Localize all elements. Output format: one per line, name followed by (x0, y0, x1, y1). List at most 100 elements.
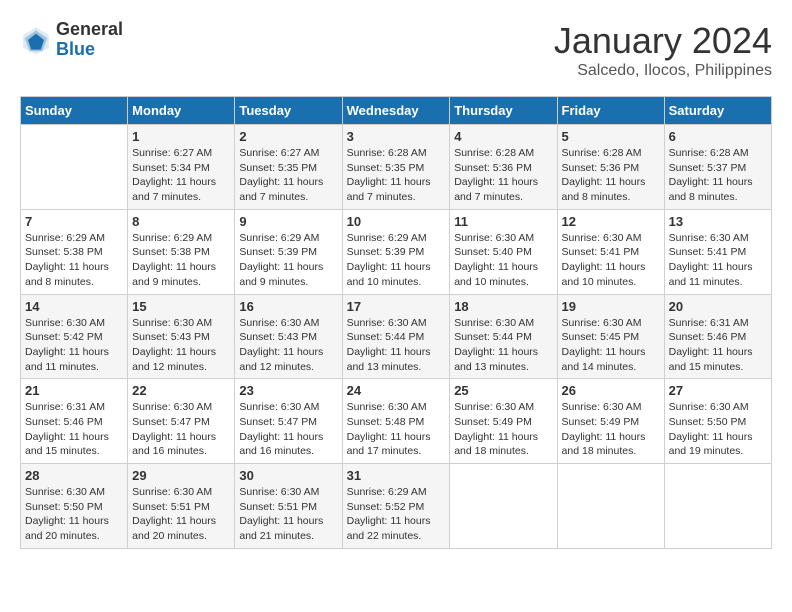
calendar-day-cell: 17 Sunrise: 6:30 AM Sunset: 5:44 PM Dayli… (342, 294, 450, 379)
day-info: Sunrise: 6:30 AM Sunset: 5:42 PM Dayligh… (25, 316, 123, 375)
day-number: 6 (669, 129, 767, 144)
day-info: Sunrise: 6:30 AM Sunset: 5:45 PM Dayligh… (562, 316, 660, 375)
calendar-day-cell: 4 Sunrise: 6:28 AM Sunset: 5:36 PM Daylig… (450, 125, 557, 210)
day-number: 25 (454, 383, 552, 398)
calendar-week-4: 21 Sunrise: 6:31 AM Sunset: 5:46 PM Dayli… (21, 379, 772, 464)
calendar-week-2: 7 Sunrise: 6:29 AM Sunset: 5:38 PM Daylig… (21, 209, 772, 294)
day-number: 24 (347, 383, 446, 398)
calendar-week-3: 14Sunrise: 6:30 AM Sunset: 5:42 PM Dayli… (21, 294, 772, 379)
weekday-header-monday: Monday (128, 97, 235, 125)
day-info: Sunrise: 6:27 AM Sunset: 5:35 PM Dayligh… (239, 146, 337, 205)
day-number: 5 (562, 129, 660, 144)
day-number: 16 (239, 299, 337, 314)
day-number: 31 (347, 468, 446, 483)
calendar-day-cell (557, 464, 664, 549)
calendar-day-cell: 28Sunrise: 6:30 AM Sunset: 5:50 PM Dayli… (21, 464, 128, 549)
calendar-day-cell: 2 Sunrise: 6:27 AM Sunset: 5:35 PM Daylig… (235, 125, 342, 210)
calendar-day-cell: 13 Sunrise: 6:30 AM Sunset: 5:41 PM Dayli… (664, 209, 771, 294)
calendar-day-cell: 19 Sunrise: 6:30 AM Sunset: 5:45 PM Dayli… (557, 294, 664, 379)
calendar-day-cell: 30 Sunrise: 6:30 AM Sunset: 5:51 PM Dayli… (235, 464, 342, 549)
day-info: Sunrise: 6:30 AM Sunset: 5:49 PM Dayligh… (454, 400, 552, 459)
calendar-title: January 2024 (554, 20, 772, 62)
day-number: 18 (454, 299, 552, 314)
day-info: Sunrise: 6:28 AM Sunset: 5:36 PM Dayligh… (562, 146, 660, 205)
calendar-table: SundayMondayTuesdayWednesdayThursdayFrid… (20, 96, 772, 549)
weekday-header-friday: Friday (557, 97, 664, 125)
weekday-header-sunday: Sunday (21, 97, 128, 125)
calendar-day-cell: 1 Sunrise: 6:27 AM Sunset: 5:34 PM Daylig… (128, 125, 235, 210)
calendar-day-cell: 3 Sunrise: 6:28 AM Sunset: 5:35 PM Daylig… (342, 125, 450, 210)
calendar-day-cell: 10 Sunrise: 6:29 AM Sunset: 5:39 PM Dayli… (342, 209, 450, 294)
day-info: Sunrise: 6:30 AM Sunset: 5:44 PM Dayligh… (454, 316, 552, 375)
logo: General Blue (20, 20, 123, 60)
day-number: 20 (669, 299, 767, 314)
day-number: 10 (347, 214, 446, 229)
calendar-day-cell: 24 Sunrise: 6:30 AM Sunset: 5:48 PM Dayli… (342, 379, 450, 464)
day-info: Sunrise: 6:30 AM Sunset: 5:51 PM Dayligh… (239, 485, 337, 544)
day-info: Sunrise: 6:31 AM Sunset: 5:46 PM Dayligh… (25, 400, 123, 459)
day-info: Sunrise: 6:30 AM Sunset: 5:44 PM Dayligh… (347, 316, 446, 375)
day-number: 26 (562, 383, 660, 398)
weekday-header-row: SundayMondayTuesdayWednesdayThursdayFrid… (21, 97, 772, 125)
day-info: Sunrise: 6:30 AM Sunset: 5:50 PM Dayligh… (25, 485, 123, 544)
calendar-day-cell: 25 Sunrise: 6:30 AM Sunset: 5:49 PM Dayli… (450, 379, 557, 464)
day-info: Sunrise: 6:30 AM Sunset: 5:40 PM Dayligh… (454, 231, 552, 290)
day-number: 9 (239, 214, 337, 229)
day-info: Sunrise: 6:30 AM Sunset: 5:43 PM Dayligh… (239, 316, 337, 375)
day-number: 7 (25, 214, 123, 229)
calendar-day-cell: 18 Sunrise: 6:30 AM Sunset: 5:44 PM Dayli… (450, 294, 557, 379)
day-number: 1 (132, 129, 230, 144)
day-info: Sunrise: 6:29 AM Sunset: 5:52 PM Dayligh… (347, 485, 446, 544)
day-info: Sunrise: 6:28 AM Sunset: 5:35 PM Dayligh… (347, 146, 446, 205)
page-header: General Blue January 2024 Salcedo, Iloco… (20, 20, 772, 80)
day-number: 30 (239, 468, 337, 483)
day-number: 19 (562, 299, 660, 314)
calendar-day-cell: 15 Sunrise: 6:30 AM Sunset: 5:43 PM Dayli… (128, 294, 235, 379)
day-number: 13 (669, 214, 767, 229)
calendar-location: Salcedo, Ilocos, Philippines (554, 62, 772, 80)
calendar-day-cell: 7 Sunrise: 6:29 AM Sunset: 5:38 PM Daylig… (21, 209, 128, 294)
day-number: 29 (132, 468, 230, 483)
weekday-header-wednesday: Wednesday (342, 97, 450, 125)
day-number: 12 (562, 214, 660, 229)
calendar-week-5: 28Sunrise: 6:30 AM Sunset: 5:50 PM Dayli… (21, 464, 772, 549)
logo-icon (20, 24, 52, 56)
title-block: January 2024 Salcedo, Ilocos, Philippine… (554, 20, 772, 80)
calendar-day-cell: 23Sunrise: 6:30 AM Sunset: 5:47 PM Dayli… (235, 379, 342, 464)
day-number: 4 (454, 129, 552, 144)
day-info: Sunrise: 6:29 AM Sunset: 5:38 PM Dayligh… (25, 231, 123, 290)
calendar-day-cell: 16 Sunrise: 6:30 AM Sunset: 5:43 PM Dayli… (235, 294, 342, 379)
calendar-day-cell: 6 Sunrise: 6:28 AM Sunset: 5:37 PM Daylig… (664, 125, 771, 210)
day-info: Sunrise: 6:30 AM Sunset: 5:47 PM Dayligh… (132, 400, 230, 459)
logo-text: General Blue (56, 20, 123, 60)
day-info: Sunrise: 6:28 AM Sunset: 5:36 PM Dayligh… (454, 146, 552, 205)
calendar-day-cell (450, 464, 557, 549)
calendar-day-cell: 20Sunrise: 6:31 AM Sunset: 5:46 PM Dayli… (664, 294, 771, 379)
day-info: Sunrise: 6:29 AM Sunset: 5:39 PM Dayligh… (347, 231, 446, 290)
calendar-day-cell: 5 Sunrise: 6:28 AM Sunset: 5:36 PM Daylig… (557, 125, 664, 210)
weekday-header-thursday: Thursday (450, 97, 557, 125)
calendar-day-cell (21, 125, 128, 210)
day-number: 21 (25, 383, 123, 398)
logo-general: General (56, 20, 123, 40)
calendar-day-cell (664, 464, 771, 549)
day-number: 15 (132, 299, 230, 314)
day-info: Sunrise: 6:30 AM Sunset: 5:48 PM Dayligh… (347, 400, 446, 459)
calendar-week-1: 1 Sunrise: 6:27 AM Sunset: 5:34 PM Daylig… (21, 125, 772, 210)
day-number: 11 (454, 214, 552, 229)
calendar-day-cell: 29Sunrise: 6:30 AM Sunset: 5:51 PM Dayli… (128, 464, 235, 549)
calendar-day-cell: 14Sunrise: 6:30 AM Sunset: 5:42 PM Dayli… (21, 294, 128, 379)
day-info: Sunrise: 6:30 AM Sunset: 5:41 PM Dayligh… (669, 231, 767, 290)
day-number: 22 (132, 383, 230, 398)
day-info: Sunrise: 6:30 AM Sunset: 5:43 PM Dayligh… (132, 316, 230, 375)
day-info: Sunrise: 6:29 AM Sunset: 5:38 PM Dayligh… (132, 231, 230, 290)
calendar-day-cell: 26Sunrise: 6:30 AM Sunset: 5:49 PM Dayli… (557, 379, 664, 464)
day-info: Sunrise: 6:28 AM Sunset: 5:37 PM Dayligh… (669, 146, 767, 205)
day-info: Sunrise: 6:30 AM Sunset: 5:41 PM Dayligh… (562, 231, 660, 290)
calendar-day-cell: 31 Sunrise: 6:29 AM Sunset: 5:52 PM Dayli… (342, 464, 450, 549)
day-number: 3 (347, 129, 446, 144)
calendar-day-cell: 12 Sunrise: 6:30 AM Sunset: 5:41 PM Dayli… (557, 209, 664, 294)
day-number: 2 (239, 129, 337, 144)
day-info: Sunrise: 6:27 AM Sunset: 5:34 PM Dayligh… (132, 146, 230, 205)
day-number: 17 (347, 299, 446, 314)
